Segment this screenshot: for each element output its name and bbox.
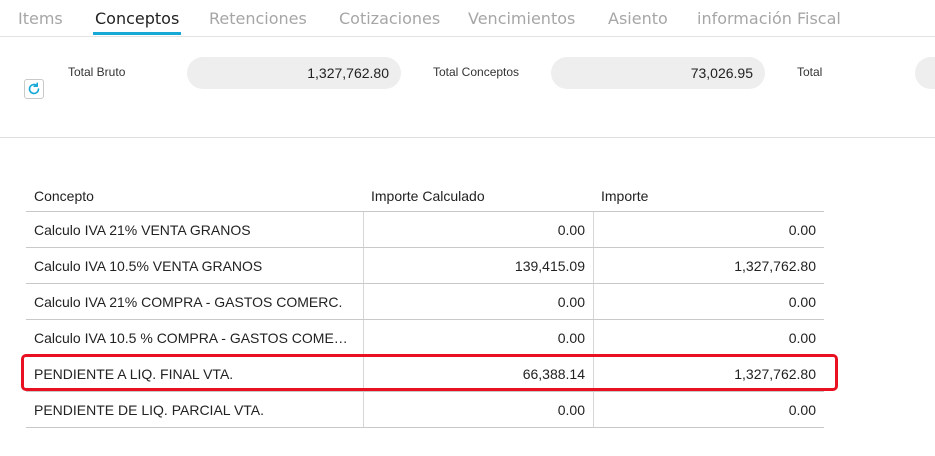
cell-concepto: Calculo IVA 21% COMPRA - GASTOS COMERC. bbox=[34, 294, 343, 310]
column-header-importe-calculado[interactable]: Importe Calculado bbox=[363, 176, 593, 211]
column-header-importe[interactable]: Importe bbox=[593, 176, 824, 211]
tab-conceptos[interactable]: Conceptos bbox=[92, 9, 182, 35]
total-bruto-field: 1,327,762.80 bbox=[187, 57, 401, 89]
refresh-button[interactable] bbox=[24, 79, 44, 99]
table-header: Concepto Importe Calculado Importe bbox=[26, 176, 824, 212]
tab-informacion-fiscal[interactable]: información Fiscal bbox=[697, 9, 841, 29]
total-bruto-label: Total Bruto bbox=[68, 65, 126, 79]
tab-items[interactable]: Items bbox=[18, 9, 63, 29]
tab-retenciones[interactable]: Retenciones bbox=[209, 9, 307, 29]
cell-concepto: PENDIENTE A LIQ. FINAL VTA. bbox=[34, 366, 234, 382]
conceptos-table: Concepto Importe Calculado Importe Calcu… bbox=[26, 176, 824, 428]
cell-concepto: Calculo IVA 21% VENTA GRANOS bbox=[34, 222, 251, 238]
cell-importe-calculado: 0.00 bbox=[363, 392, 593, 427]
total-conceptos-label: Total Conceptos bbox=[433, 65, 520, 79]
cell-importe[interactable]: 1,327,762.80 bbox=[593, 356, 824, 391]
cell-importe[interactable]: 1,327,762.80 bbox=[593, 248, 824, 283]
total-label: Total bbox=[797, 65, 823, 79]
table-row[interactable]: Calculo IVA 10.5 % COMPRA - GASTOS COME…… bbox=[26, 320, 824, 356]
table-row[interactable]: Calculo IVA 21% VENTA GRANOS 0.00 0.00 bbox=[26, 212, 824, 248]
tab-cotizaciones[interactable]: Cotizaciones bbox=[339, 9, 440, 29]
cell-importe[interactable]: 0.00 bbox=[593, 320, 824, 355]
cell-importe-calculado: 0.00 bbox=[363, 212, 593, 247]
cell-concepto: Calculo IVA 10.5% VENTA GRANOS bbox=[34, 258, 263, 274]
cell-importe[interactable]: 0.00 bbox=[593, 284, 824, 319]
cell-importe-calculado: 0.00 bbox=[363, 284, 593, 319]
cell-concepto: PENDIENTE DE LIQ. PARCIAL VTA. bbox=[34, 402, 265, 418]
table-row[interactable]: PENDIENTE DE LIQ. PARCIAL VTA. 0.00 0.00 bbox=[26, 392, 824, 428]
column-header-concepto[interactable]: Concepto bbox=[26, 176, 363, 211]
tab-vencimientos[interactable]: Vencimientos bbox=[468, 9, 575, 29]
cell-importe-calculado: 0.00 bbox=[363, 320, 593, 355]
cell-importe[interactable]: 0.00 bbox=[593, 392, 824, 427]
cell-importe-calculado: 66,388.14 bbox=[363, 356, 593, 391]
cell-importe[interactable]: 0.00 bbox=[593, 212, 824, 247]
table-row[interactable]: PENDIENTE A LIQ. FINAL VTA. 66,388.14 1,… bbox=[26, 356, 824, 392]
cell-concepto: Calculo IVA 10.5 % COMPRA - GASTOS COME… bbox=[34, 330, 348, 346]
tab-bar: Items Conceptos Retenciones Cotizaciones… bbox=[0, 0, 935, 37]
refresh-icon bbox=[28, 82, 40, 95]
totals-bar: Total Bruto 1,327,762.80 Total Conceptos… bbox=[0, 37, 935, 138]
cell-importe-calculado: 139,415.09 bbox=[363, 248, 593, 283]
total-conceptos-field: 73,026.95 bbox=[551, 57, 765, 89]
total-field bbox=[915, 57, 935, 89]
table-row[interactable]: Calculo IVA 21% COMPRA - GASTOS COMERC. … bbox=[26, 284, 824, 320]
tab-asiento[interactable]: Asiento bbox=[608, 9, 668, 29]
table-row[interactable]: Calculo IVA 10.5% VENTA GRANOS 139,415.0… bbox=[26, 248, 824, 284]
